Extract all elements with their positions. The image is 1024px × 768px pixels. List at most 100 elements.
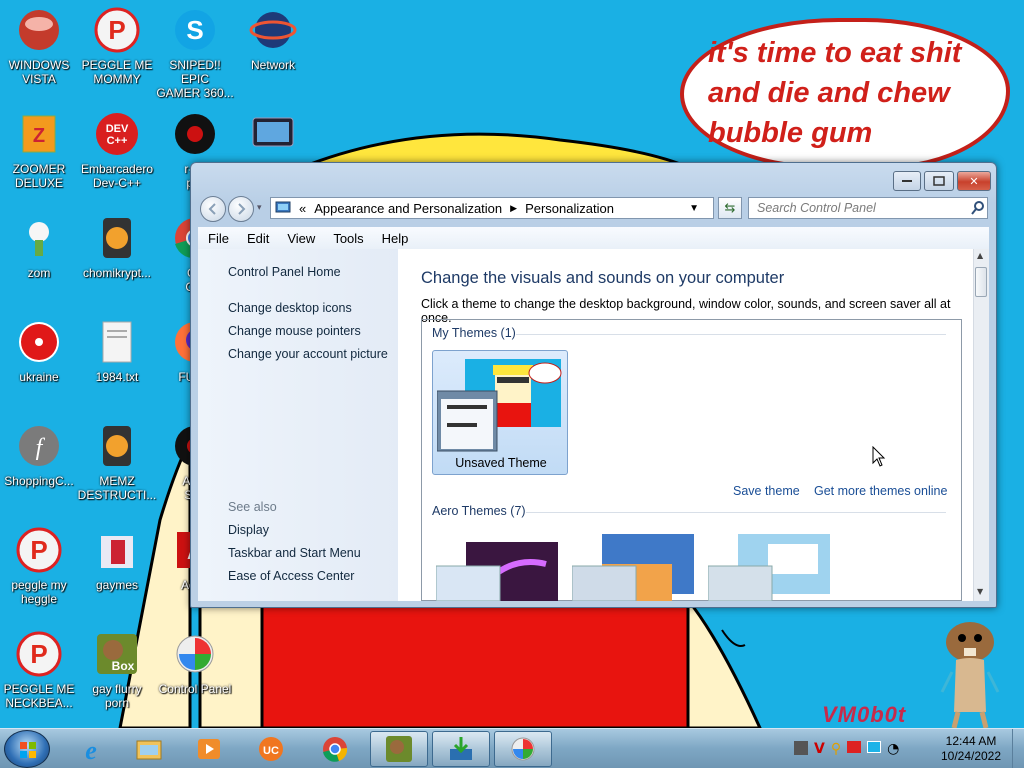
desktop-icon[interactable]: Control Panel	[156, 624, 234, 720]
clock-date: 10/24/2022	[940, 749, 1002, 763]
box-icon: Box	[93, 630, 141, 678]
desktop-icon[interactable]: WINDOWS VISTA	[0, 0, 78, 96]
recent-pages-icon[interactable]: ▾	[257, 203, 262, 213]
devcpp-icon: DEV C++	[93, 110, 141, 158]
desktop-icon[interactable]: DEV C++ Embarcadero Dev-C++	[78, 104, 156, 200]
folder-icon	[93, 526, 141, 574]
tray-v-icon[interactable]: V	[814, 741, 825, 757]
system-tray: V ⚲ ◔	[794, 741, 899, 757]
desktop-icon[interactable]: Box gay flurry porn	[78, 624, 156, 720]
minimize-button[interactable]	[893, 171, 921, 191]
desktop-icon[interactable]: chomikrypt...	[78, 208, 156, 304]
close-button[interactable]: ✕	[957, 171, 991, 191]
peggle-icon: P	[15, 526, 63, 574]
desktop-icon[interactable]: 1984.txt	[78, 312, 156, 408]
get-more-themes-link[interactable]: Get more themes online	[814, 484, 947, 498]
tray-volume-icon[interactable]: ◔	[887, 741, 899, 757]
desktop-icon-label: MEMZ DESTRUCTI...	[77, 474, 157, 502]
menu-edit[interactable]: Edit	[247, 231, 269, 246]
desktop-icon[interactable]: P PEGGLE ME NECKBEA...	[0, 624, 78, 720]
save-theme-link[interactable]: Save theme	[733, 484, 800, 498]
taskbar-button-download[interactable]	[432, 731, 490, 767]
svg-text:P: P	[108, 15, 125, 45]
forward-button[interactable]	[228, 196, 254, 222]
ease-of-access-link[interactable]: Ease of Access Center	[228, 569, 354, 583]
desktop-icon-label: 1984.txt	[95, 370, 139, 384]
taskbar-button-control-panel[interactable]	[494, 731, 552, 767]
back-button[interactable]	[200, 196, 226, 222]
desktop-icon[interactable]: f ShoppingC...	[0, 416, 78, 512]
mouse-cursor	[872, 446, 886, 467]
desktop-icon-label: ukraine	[19, 370, 59, 384]
svg-text:C++: C++	[107, 135, 128, 147]
desktop-icon[interactable]: zom	[0, 208, 78, 304]
restore-button[interactable]	[924, 171, 954, 191]
address-bar[interactable]: « Appearance and Personalization ▶ Perso…	[270, 197, 714, 219]
tray-flag-icon[interactable]	[847, 741, 862, 753]
desktop-icon[interactable]: ukraine	[0, 312, 78, 408]
vertical-scrollbar[interactable]: ▲ ▼	[973, 249, 989, 601]
desktop-icon[interactable]: Z ZOOMER DELUXE	[0, 104, 78, 200]
breadcrumb-personalization[interactable]: Personalization	[525, 201, 614, 216]
taskbar-button-windows-explorer[interactable]	[120, 731, 178, 767]
media-player-icon	[198, 739, 220, 759]
refresh-button[interactable]: ⇆	[718, 197, 742, 219]
chrome-icon	[323, 737, 348, 762]
unsaved-theme-label: Unsaved Theme	[455, 456, 547, 470]
tray-search-icon[interactable]: ⚲	[831, 741, 841, 757]
refresh-icon: ⇆	[724, 200, 736, 216]
desktop-icon-label: Control Panel	[158, 682, 232, 696]
svg-text:e: e	[85, 736, 97, 763]
scroll-down-icon[interactable]: ▼	[977, 587, 983, 596]
unsaved-theme-tile[interactable]: Unsaved Theme	[432, 350, 568, 475]
control-panel-icon	[511, 737, 535, 761]
search-icon[interactable]	[971, 201, 985, 215]
search-input[interactable]: Search Control Panel	[748, 197, 988, 219]
menu-tools[interactable]: Tools	[333, 231, 363, 246]
control-panel-icon	[275, 201, 291, 213]
taskbar-button-internet-explorer[interactable]: e	[62, 731, 120, 767]
desktop-icon[interactable]: Network	[234, 0, 312, 96]
desktop-icon[interactable]: P PEGGLE ME MOMMY	[78, 0, 156, 96]
start-button[interactable]	[4, 730, 50, 768]
menu-help[interactable]: Help	[382, 231, 409, 246]
radiation-icon	[15, 318, 63, 366]
skype-icon: S	[171, 6, 219, 54]
taskbar-button-box-app[interactable]	[370, 731, 428, 767]
desktop-icon[interactable]: Ppeggle my heggle	[0, 520, 78, 616]
desktop-icon[interactable]: S SNIPED!! EPIC GAMER 360...	[156, 0, 234, 100]
desktop-icon-label: gaymes	[95, 578, 139, 592]
tray-network-icon[interactable]	[867, 741, 882, 753]
scroll-up-icon[interactable]: ▲	[977, 251, 983, 260]
menu-view[interactable]: View	[287, 231, 315, 246]
breadcrumb-prefix[interactable]: «	[299, 201, 306, 216]
aero-theme-tile-1[interactable]	[436, 534, 560, 601]
desktop-icon[interactable]: gaymes	[78, 520, 156, 616]
change-desktop-icons-link[interactable]: Change desktop icons	[228, 301, 352, 315]
aero-theme-tile-3[interactable]	[708, 534, 832, 601]
taskbar-start-menu-link[interactable]: Taskbar and Start Menu	[228, 546, 361, 560]
aero-theme-tile-2[interactable]	[572, 534, 696, 601]
svg-text:Box: Box	[112, 659, 135, 673]
control-panel-home-link[interactable]: Control Panel Home	[228, 265, 341, 279]
menu-file[interactable]: File	[208, 231, 229, 246]
address-dropdown-icon[interactable]: ▼	[689, 203, 699, 214]
desktop-icon-label: WINDOWS VISTA	[8, 58, 70, 86]
taskbar-button-uc-browser[interactable]: UC	[242, 731, 300, 767]
scrollbar-thumb[interactable]	[975, 267, 987, 297]
breadcrumb-separator-icon[interactable]: ▶	[510, 203, 517, 214]
desktop-icon-label: ZOOMER DELUXE	[12, 162, 66, 190]
breadcrumb-appearance[interactable]: Appearance and Personalization	[314, 201, 502, 216]
change-account-picture-link[interactable]: Change your account picture	[228, 347, 388, 361]
desktop-icon[interactable]: MEMZ DESTRUCTI...	[78, 416, 156, 512]
taskbar-button-chrome[interactable]	[306, 731, 364, 767]
clock[interactable]: 12:44 AM 10/24/2022	[936, 734, 1006, 764]
change-mouse-pointers-link[interactable]: Change mouse pointers	[228, 324, 361, 338]
clock-time: 12:44 AM	[945, 734, 997, 748]
windows-explorer-icon	[136, 740, 162, 760]
display-link[interactable]: Display	[228, 523, 269, 537]
show-desktop-button[interactable]	[1012, 729, 1024, 768]
tray-app-icon[interactable]	[794, 741, 808, 755]
taskbar-button-media-player[interactable]	[180, 731, 238, 767]
minimize-icon	[902, 180, 912, 182]
